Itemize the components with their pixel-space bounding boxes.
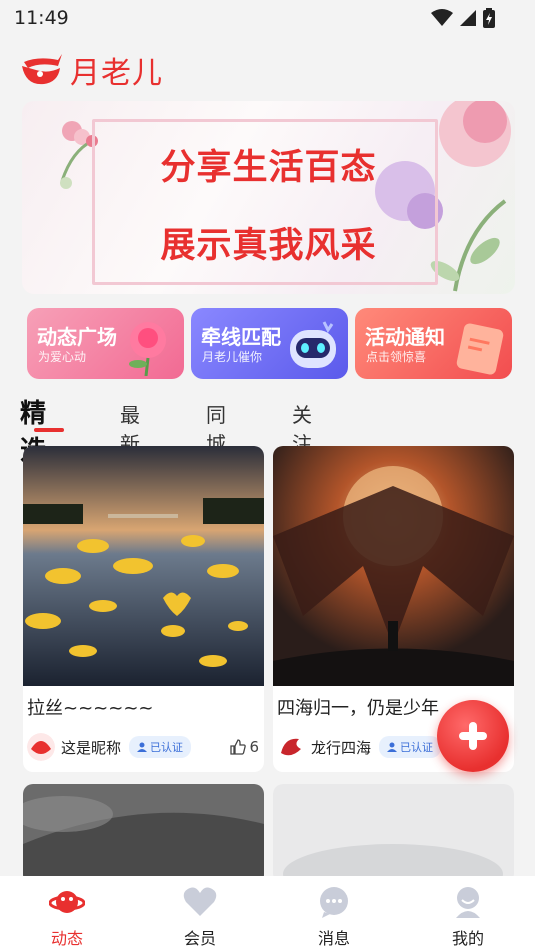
rose-icon bbox=[129, 322, 166, 376]
create-post-button[interactable] bbox=[437, 700, 509, 772]
feature-subtitle: 为爱心动 bbox=[38, 350, 87, 364]
feature-subtitle: 月老儿催你 bbox=[202, 350, 263, 364]
bottom-nav: 动态 会员 消息 我的 bbox=[0, 876, 535, 951]
post-card[interactable] bbox=[23, 784, 264, 884]
verified-badge: 已认证 bbox=[129, 736, 192, 758]
post-card[interactable] bbox=[273, 784, 514, 884]
post-card[interactable]: 拉丝~~~~~~ 这是昵称 已认证 6 bbox=[23, 446, 264, 772]
post-title: 四海归一，仍是少年 bbox=[277, 698, 439, 719]
person-icon bbox=[456, 887, 480, 918]
app-title: 月老儿 bbox=[70, 56, 163, 91]
nav-label: 我的 bbox=[451, 929, 484, 948]
chat-bubble-icon bbox=[320, 887, 348, 918]
feature-title: 活动通知 bbox=[365, 325, 445, 349]
planet-icon bbox=[49, 891, 85, 913]
status-time: 11:49 bbox=[14, 7, 69, 29]
verified-badge: 已认证 bbox=[379, 736, 442, 758]
post-image bbox=[273, 446, 514, 686]
app-logo: 月老儿 bbox=[18, 48, 163, 92]
post-image bbox=[23, 784, 264, 884]
like-count: 6 bbox=[249, 738, 259, 756]
heart-icon bbox=[183, 887, 217, 916]
nav-membership[interactable]: 会员 bbox=[155, 876, 245, 951]
thumbs-up-icon bbox=[230, 739, 247, 755]
notice-card-icon bbox=[456, 323, 504, 375]
nav-profile[interactable]: 我的 bbox=[423, 876, 513, 951]
feature-title: 牵线匹配 bbox=[201, 325, 281, 349]
feature-title: 动态广场 bbox=[37, 325, 117, 349]
post-meta: 这是昵称 已认证 6 bbox=[27, 733, 261, 761]
feature-subtitle: 点击领惊喜 bbox=[366, 350, 427, 364]
nav-label: 会员 bbox=[183, 929, 216, 948]
verified-label: 已认证 bbox=[150, 741, 184, 754]
post-title: 拉丝~~~~~~ bbox=[27, 698, 154, 719]
promo-banner[interactable]: 分享生活百态 展示真我风采 bbox=[22, 101, 515, 294]
plus-icon bbox=[459, 722, 487, 750]
like-button[interactable]: 6 bbox=[229, 738, 259, 756]
person-icon bbox=[387, 742, 398, 752]
post-image bbox=[273, 784, 514, 884]
person-icon bbox=[137, 742, 148, 752]
nav-label: 消息 bbox=[317, 929, 350, 948]
post-image bbox=[23, 446, 264, 686]
robot-icon bbox=[290, 321, 336, 368]
author-name[interactable]: 龙行四海 bbox=[311, 737, 371, 758]
feature-card-events[interactable]: 活动通知 点击领惊喜 bbox=[355, 308, 512, 379]
verified-label: 已认证 bbox=[400, 741, 434, 754]
avatar[interactable] bbox=[27, 733, 55, 761]
battery-icon bbox=[483, 8, 495, 28]
feature-card-matchmaking[interactable]: 牵线匹配 月老儿催你 bbox=[191, 308, 348, 379]
status-bar: 11:49 bbox=[0, 0, 535, 36]
nav-messages[interactable]: 消息 bbox=[289, 876, 379, 951]
active-tab-indicator bbox=[34, 428, 64, 432]
nav-feed[interactable]: 动态 bbox=[22, 876, 112, 951]
author-name[interactable]: 这是昵称 bbox=[61, 737, 121, 758]
banner-headline-1: 分享生活百态 bbox=[160, 148, 377, 188]
wifi-icon bbox=[431, 9, 453, 26]
banner-headline-2: 展示真我风采 bbox=[160, 226, 377, 266]
feature-card-feed-square[interactable]: 动态广场 为爱心动 bbox=[27, 308, 184, 379]
signal-icon bbox=[460, 10, 476, 26]
logo-icon bbox=[22, 54, 62, 85]
avatar[interactable] bbox=[277, 733, 305, 761]
status-icons bbox=[431, 8, 495, 28]
nav-label: 动态 bbox=[50, 929, 83, 948]
